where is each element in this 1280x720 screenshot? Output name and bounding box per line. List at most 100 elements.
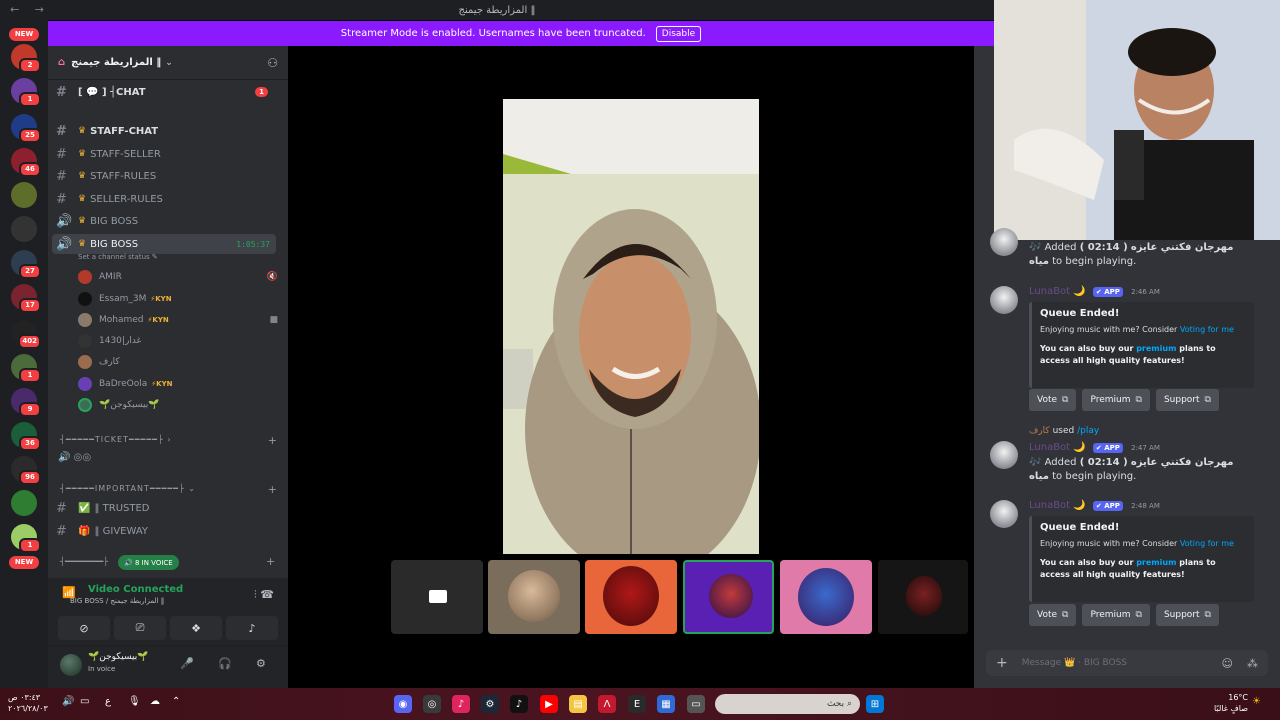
server-icon[interactable]: 27 [11, 250, 41, 279]
add-attachment-icon[interactable]: + [996, 655, 1008, 671]
premium-link[interactable]: premium [1136, 344, 1176, 353]
add-channel-icon[interactable]: + [268, 434, 278, 447]
task-view-icon[interactable]: ▭ [687, 695, 705, 713]
file-explorer-icon[interactable]: ▤ [569, 695, 587, 713]
server-icon[interactable] [11, 490, 37, 516]
noise-and-disconnect-icons[interactable]: ⫶ ☎ [254, 588, 274, 602]
collapsed-category[interactable]: ┤━━━━━━━━├ [60, 557, 108, 566]
steam-icon[interactable]: ⚙ [481, 695, 499, 713]
channel-staff-seller[interactable]: # ♛ STAFF-SELLER [52, 144, 276, 164]
support-button[interactable]: Support ⧉ [1155, 604, 1219, 626]
avatar[interactable] [990, 500, 1018, 528]
server-icon[interactable]: 1 [11, 78, 41, 107]
voice-user[interactable]: Essam_3M ⚡KYN [78, 290, 278, 308]
focused-video-feed[interactable] [503, 99, 759, 554]
vote-link[interactable]: Voting for me [1180, 325, 1234, 334]
emoji-icon[interactable]: ☺ [1222, 657, 1233, 670]
server-icon[interactable] [11, 182, 37, 208]
participant-tile[interactable] [391, 560, 483, 634]
server-icon[interactable]: 2 [11, 44, 41, 73]
channel-staff-chat[interactable]: # ♛ STAFF-CHAT [52, 121, 276, 141]
category-important[interactable]: ┤━━━━━IMPORTANT━━━━━├ ⌄ + [60, 483, 280, 496]
voice-user[interactable]: Mohamed ⚡KYN ■ [78, 311, 278, 329]
bot-name[interactable]: LunaBot [1029, 442, 1070, 453]
server-icon[interactable]: 36 [11, 422, 41, 451]
microphone-icon[interactable]: 🎙 [128, 696, 141, 707]
app-icon[interactable]: Λ [598, 695, 616, 713]
voice-user[interactable]: كارف [78, 353, 278, 371]
activities-button[interactable]: ❖ [170, 616, 222, 640]
server-icon[interactable]: 1 [11, 354, 41, 383]
channel-big-boss-voice[interactable]: 🔊 ♛ BIG BOSS [52, 211, 276, 231]
microphone-icon[interactable]: 🎤 [180, 657, 194, 670]
language-indicator[interactable]: ع [105, 696, 111, 707]
store-icon[interactable]: ▦ [657, 695, 675, 713]
slash-command[interactable]: /play [1077, 426, 1099, 436]
message-input[interactable]: + Message 👑 · BIG BOSS ☺ ⁂ [986, 650, 1268, 676]
channel-status-prompt[interactable]: Set a channel status ✎ [78, 253, 158, 261]
premium-button[interactable]: Premium ⧉ [1082, 604, 1150, 626]
in-voice-pill[interactable]: 🔊 8 IN VOICE [118, 555, 179, 570]
voice-user[interactable]: 🌱ﺑﯿﺴﯿﻜﻮﺟﻦ🌱 [78, 396, 278, 414]
back-forward-icons[interactable]: ← → [10, 3, 50, 16]
disable-button[interactable]: Disable [655, 25, 702, 42]
server-icon[interactable]: 96 [11, 456, 41, 485]
bot-name[interactable]: LunaBot [1029, 286, 1070, 297]
voice-status-channel[interactable]: BIG BOSS / المزاريطة جيمنج ‖ [70, 597, 164, 605]
avatar[interactable] [60, 654, 82, 676]
premium-link[interactable]: premium [1136, 558, 1176, 567]
tiktok-live-icon[interactable]: ♪ [452, 695, 470, 713]
server-icon[interactable]: 9 [11, 388, 41, 417]
participant-tile-speaking[interactable] [683, 560, 774, 634]
avatar[interactable] [990, 441, 1018, 469]
camera-off-button[interactable]: ⊘ [58, 616, 110, 640]
obs-icon[interactable]: ◎ [423, 695, 441, 713]
channel-staff-rules[interactable]: # ♛ STAFF-RULES [52, 166, 276, 186]
avatar[interactable] [990, 286, 1018, 314]
vote-link[interactable]: Voting for me [1180, 539, 1234, 548]
server-header[interactable]: ⌂ المزاريطة جيمنج ‖ ⌄ ⚇ [48, 46, 288, 80]
vote-button[interactable]: Vote ⧉ [1029, 389, 1077, 411]
invite-icon[interactable]: ⚇ [267, 56, 278, 70]
participant-tile[interactable] [585, 560, 677, 634]
taskbar-search[interactable]: بحث ⌕ [715, 694, 860, 714]
volume-icon[interactable]: 🔊 [62, 696, 74, 707]
support-button[interactable]: Support ⧉ [1155, 389, 1219, 411]
category-ticket[interactable]: ┤━━━━━TICKET━━━━━├ › + [60, 434, 280, 447]
voice-user[interactable]: AMIR 🔇 [78, 268, 278, 286]
cloud-icon[interactable]: ☁ [150, 696, 160, 707]
gear-icon[interactable]: ⚙ [256, 657, 266, 670]
server-icon[interactable]: 402 [11, 320, 41, 349]
add-channel-icon[interactable]: + [266, 555, 275, 568]
voice-user[interactable]: غدار|1430 [78, 332, 278, 350]
ticket-voice-avatars[interactable]: 🔊 ◎◎ [58, 452, 91, 463]
server-icon[interactable]: 1 [11, 524, 41, 553]
voice-user[interactable]: BaDreOola ⚡KYN [78, 375, 278, 393]
command-user[interactable]: كارف [1029, 426, 1050, 436]
screen-share-button[interactable]: ⎚ [114, 616, 166, 640]
chevron-up-icon[interactable]: ⌃ [172, 696, 180, 707]
epic-games-icon[interactable]: E [628, 695, 646, 713]
channel-trusted[interactable]: # ✅ ‖ TRUSTED [52, 498, 276, 518]
channel-big-boss-active[interactable]: 🔊 ♛ BIG BOSS 1:05:37 [52, 234, 276, 254]
channel-seller-rules[interactable]: # ♛ SELLER-RULES [52, 189, 276, 209]
server-icon[interactable] [11, 216, 37, 242]
add-channel-icon[interactable]: + [268, 483, 278, 496]
channel-chat[interactable]: # [ 💬 ] ┤CHAT 1 [52, 82, 276, 102]
participant-tile[interactable] [878, 560, 968, 634]
avatar[interactable] [990, 228, 1018, 256]
network-icon[interactable]: ▭ [80, 696, 89, 707]
windows-start-icon[interactable]: ⊞ [866, 695, 884, 713]
taskbar-clock[interactable]: ٠٣:٤٣ ص ٢٠٢٦/٢٨/٠٣ [8, 692, 48, 714]
server-icon[interactable]: 46 [11, 148, 41, 177]
bot-name[interactable]: LunaBot [1029, 500, 1070, 511]
vote-button[interactable]: Vote ⧉ [1029, 604, 1077, 626]
premium-button[interactable]: Premium ⧉ [1082, 389, 1150, 411]
tiktok-icon[interactable]: ♪ [510, 695, 528, 713]
discord-icon[interactable]: ◉ [394, 695, 412, 713]
weather-widget[interactable]: 16°C صافٍ غالبًا [1208, 692, 1248, 714]
server-icon[interactable]: 17 [11, 284, 41, 313]
server-icon[interactable]: 25 [11, 114, 41, 143]
headphones-icon[interactable]: 🎧 [218, 657, 232, 670]
channel-giveway[interactable]: # 🎁 ‖ GIVEWAY [52, 521, 276, 541]
